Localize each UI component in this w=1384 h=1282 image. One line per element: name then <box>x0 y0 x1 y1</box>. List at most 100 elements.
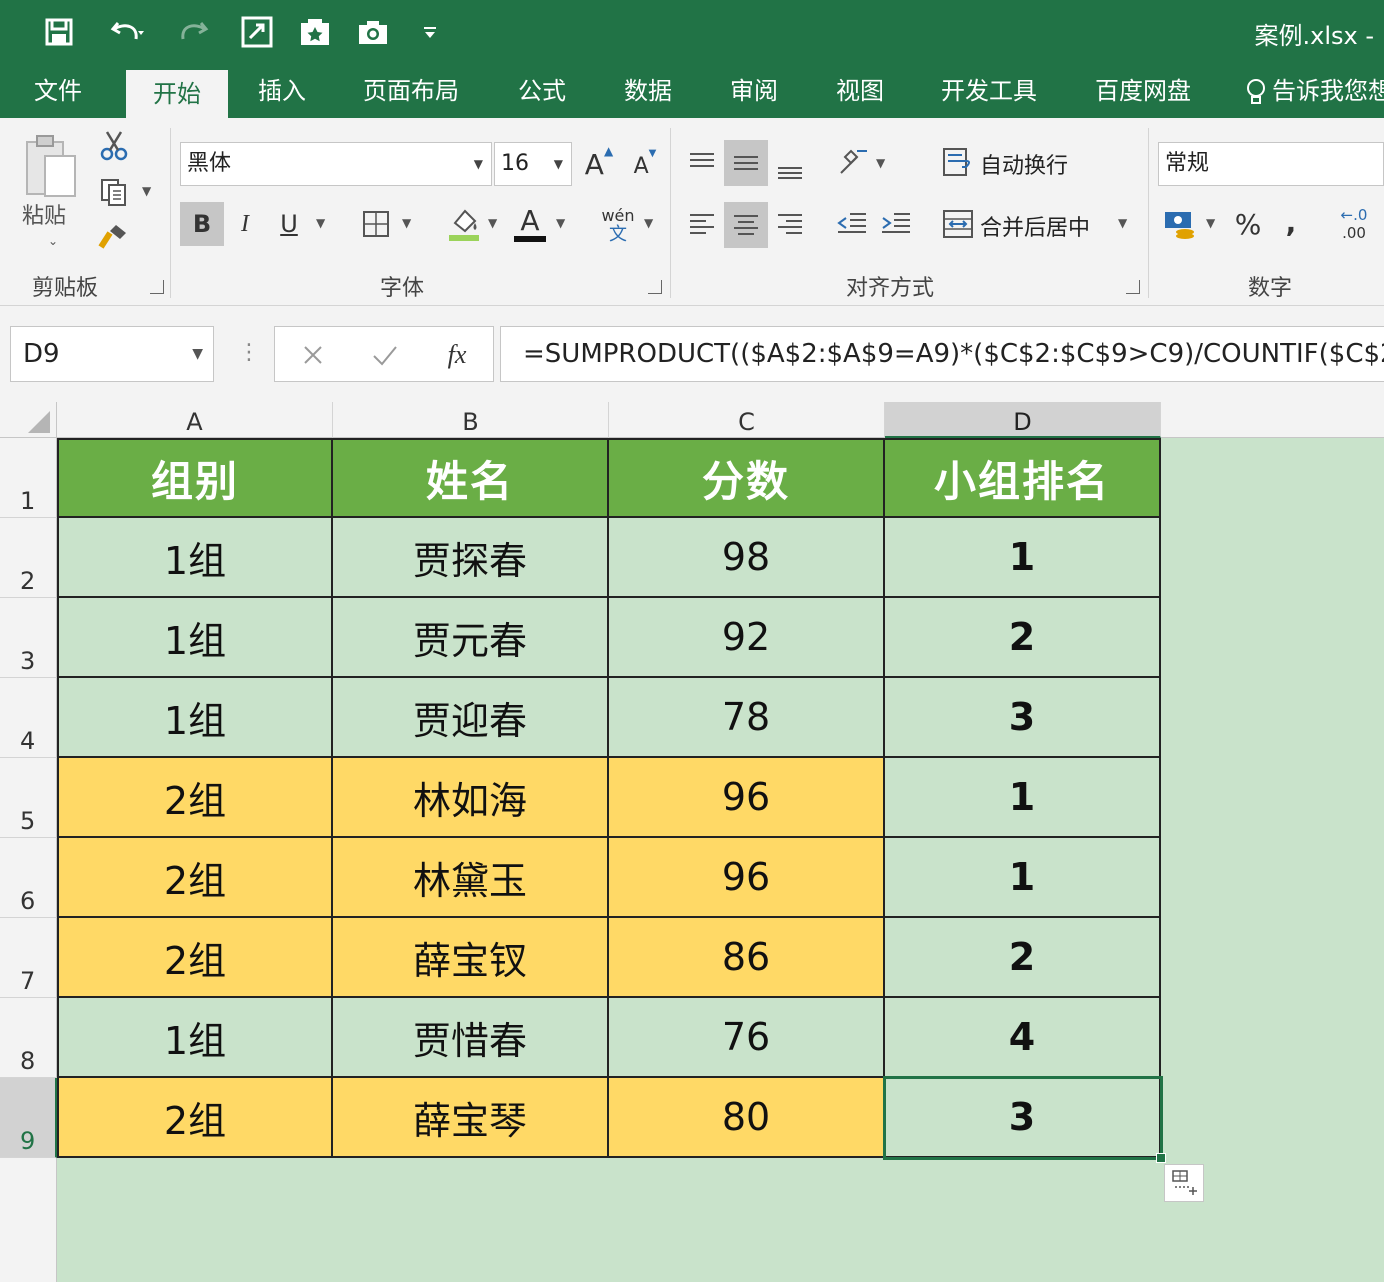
pivot-icon[interactable] <box>238 12 276 52</box>
rank-cell[interactable]: 1 <box>885 518 1161 598</box>
font-launcher-icon[interactable] <box>648 280 662 294</box>
chevron-down-icon[interactable]: ▼ <box>554 143 563 185</box>
rank-cell[interactable]: 1 <box>885 838 1161 918</box>
tab-developer[interactable]: 开发工具 <box>930 64 1048 118</box>
header-cell-score[interactable]: 分数 <box>609 438 885 518</box>
name-box[interactable]: D9 ▼ <box>10 326 214 382</box>
font-name-combo[interactable]: 黑体 ▼ <box>180 142 492 186</box>
row-header-3[interactable]: 3 <box>0 598 57 678</box>
rank-cell[interactable]: 3 <box>885 1078 1161 1158</box>
header-cell-group[interactable]: 组别 <box>57 438 333 518</box>
tab-data[interactable]: 数据 <box>608 64 688 118</box>
tab-file[interactable]: 文件 <box>14 64 102 118</box>
group-cell[interactable]: 1组 <box>57 678 333 758</box>
row-header-4[interactable]: 4 <box>0 678 57 758</box>
align-bottom-icon[interactable] <box>770 154 810 186</box>
score-cell[interactable]: 80 <box>609 1078 885 1158</box>
tab-page-layout[interactable]: 页面布局 <box>352 64 470 118</box>
tab-formulas[interactable]: 公式 <box>502 64 582 118</box>
score-cell[interactable]: 86 <box>609 918 885 998</box>
grow-font-button[interactable]: A ▲ <box>584 144 614 184</box>
cancel-icon[interactable] <box>293 335 333 375</box>
favorite-icon[interactable] <box>296 12 334 52</box>
undo-icon[interactable] <box>98 12 156 52</box>
row-header-8[interactable]: 8 <box>0 998 57 1078</box>
customize-toolbar-icon[interactable] <box>418 12 442 52</box>
currency-icon[interactable] <box>1160 204 1200 244</box>
column-header-d[interactable]: D <box>885 402 1161 438</box>
name-cell[interactable]: 薛宝琴 <box>333 1078 609 1158</box>
name-cell[interactable]: 林如海 <box>333 758 609 838</box>
rank-cell[interactable]: 1 <box>885 758 1161 838</box>
chevron-down-icon[interactable]: ▼ <box>192 327 203 381</box>
phonetic-dropdown-icon[interactable]: ▼ <box>644 216 653 230</box>
font-color-button[interactable]: A <box>510 202 550 246</box>
fill-color-dropdown-icon[interactable]: ▼ <box>488 216 497 230</box>
header-cell-name[interactable]: 姓名 <box>333 438 609 518</box>
clipboard-launcher-icon[interactable] <box>150 280 164 294</box>
align-left-icon[interactable] <box>682 204 722 244</box>
currency-dropdown-icon[interactable]: ▼ <box>1206 216 1215 230</box>
score-cell[interactable]: 92 <box>609 598 885 678</box>
orientation-icon[interactable] <box>832 142 876 182</box>
wrap-text-label[interactable]: 自动换行 <box>980 148 1068 180</box>
name-cell[interactable]: 贾元春 <box>333 598 609 678</box>
rank-cell[interactable]: 3 <box>885 678 1161 758</box>
bold-button[interactable]: B <box>180 202 224 246</box>
cut-icon[interactable] <box>96 128 132 164</box>
tab-view[interactable]: 视图 <box>820 64 900 118</box>
align-right-icon[interactable] <box>770 204 810 244</box>
underline-button[interactable]: U <box>272 202 306 246</box>
merge-center-label[interactable]: 合并后居中 <box>980 210 1090 242</box>
select-all-button[interactable] <box>0 402 57 438</box>
align-middle-icon[interactable] <box>724 140 768 186</box>
row-header-6[interactable]: 6 <box>0 838 57 918</box>
column-header-b[interactable]: B <box>333 402 609 438</box>
score-cell[interactable]: 96 <box>609 758 885 838</box>
paste-dropdown-icon[interactable]: ⌄ <box>48 234 58 248</box>
name-cell[interactable]: 贾惜春 <box>333 998 609 1078</box>
drag-handle-icon[interactable]: ⋮ <box>238 340 260 365</box>
tab-tell-me[interactable]: 告诉我您想 <box>1246 64 1384 118</box>
align-center-icon[interactable] <box>724 202 768 248</box>
group-cell[interactable]: 2组 <box>57 1078 333 1158</box>
group-cell[interactable]: 2组 <box>57 758 333 838</box>
borders-icon[interactable] <box>356 204 396 244</box>
chevron-down-icon[interactable]: ▼ <box>474 143 483 185</box>
merge-center-icon[interactable] <box>938 204 978 244</box>
borders-dropdown-icon[interactable]: ▼ <box>402 216 411 230</box>
rank-cell[interactable]: 2 <box>885 918 1161 998</box>
comma-button[interactable]: , <box>1276 202 1306 242</box>
group-cell[interactable]: 1组 <box>57 998 333 1078</box>
enter-icon[interactable] <box>365 335 405 375</box>
name-cell[interactable]: 贾迎春 <box>333 678 609 758</box>
group-cell[interactable]: 1组 <box>57 598 333 678</box>
wrap-text-icon[interactable] <box>938 142 978 182</box>
percent-button[interactable]: % <box>1230 204 1266 244</box>
column-header-c[interactable]: C <box>609 402 885 438</box>
tab-home[interactable]: 开始 <box>126 70 228 118</box>
rank-cell[interactable]: 4 <box>885 998 1161 1078</box>
row-header-5[interactable]: 5 <box>0 758 57 838</box>
name-cell[interactable]: 林黛玉 <box>333 838 609 918</box>
row-header-2[interactable]: 2 <box>0 518 57 598</box>
score-cell[interactable]: 76 <box>609 998 885 1078</box>
rank-cell[interactable]: 2 <box>885 598 1161 678</box>
fill-color-icon[interactable] <box>444 202 484 246</box>
score-cell[interactable]: 96 <box>609 838 885 918</box>
increase-decimal-button[interactable]: ←.0 .00 <box>1332 202 1376 246</box>
phonetic-button[interactable]: wén 文 <box>598 204 638 248</box>
save-icon[interactable] <box>40 12 78 52</box>
format-painter-icon[interactable] <box>96 218 132 254</box>
row-header-9[interactable]: 9 <box>0 1078 57 1158</box>
name-cell[interactable]: 薛宝钗 <box>333 918 609 998</box>
fill-handle[interactable] <box>1156 1153 1166 1163</box>
number-format-combo[interactable]: 常规 <box>1158 142 1384 186</box>
font-color-dropdown-icon[interactable]: ▼ <box>556 216 565 230</box>
header-cell-rank[interactable]: 小组排名 <box>885 438 1161 518</box>
underline-dropdown-icon[interactable]: ▼ <box>316 216 325 230</box>
copy-dropdown-icon[interactable]: ▼ <box>142 184 151 198</box>
alignment-launcher-icon[interactable] <box>1126 280 1140 294</box>
score-cell[interactable]: 78 <box>609 678 885 758</box>
tab-baidu-netdisk[interactable]: 百度网盘 <box>1084 64 1202 118</box>
